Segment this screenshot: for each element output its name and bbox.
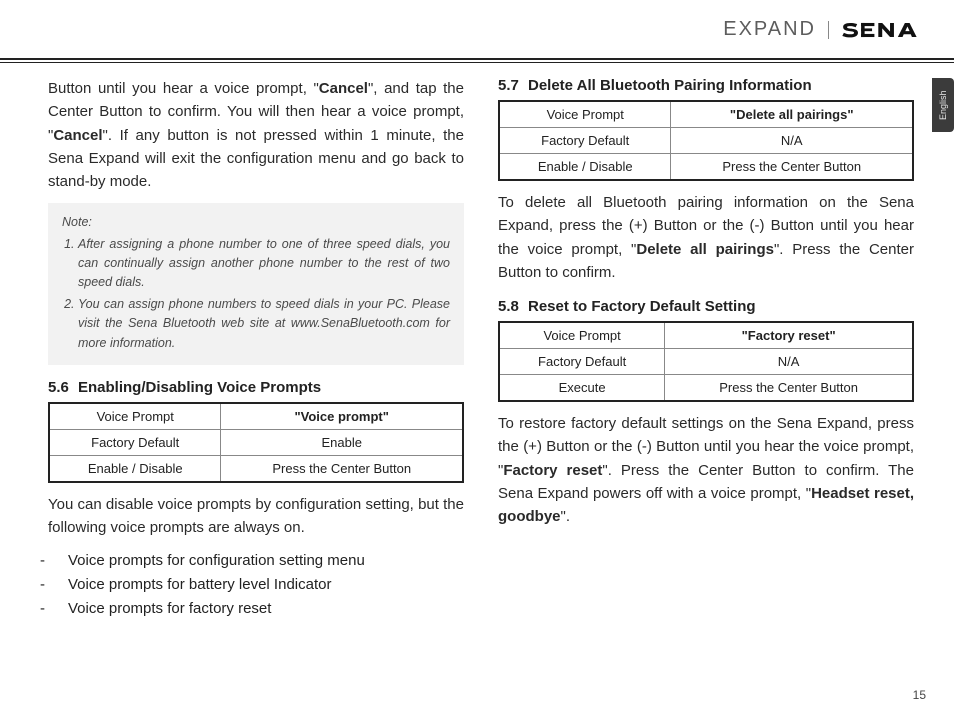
table-row: Factory DefaultEnable bbox=[49, 429, 463, 455]
section-heading: Delete All Bluetooth Pairing Information bbox=[528, 77, 812, 94]
bold: "Factory reset" bbox=[742, 328, 836, 343]
cell: N/A bbox=[665, 349, 913, 375]
divider bbox=[828, 21, 829, 39]
section-number: 5.6 bbox=[48, 379, 78, 396]
section-5-6-title: 5.6Enabling/Disabling Voice Prompts bbox=[48, 379, 464, 396]
bold: Cancel bbox=[53, 127, 102, 144]
page-header: EXPAND bbox=[28, 18, 926, 52]
cell: N/A bbox=[671, 128, 913, 154]
sena-logo-icon bbox=[840, 20, 926, 40]
note-list: After assigning a phone number to one of… bbox=[62, 235, 450, 353]
list-item: Voice prompts for battery level Indicato… bbox=[48, 573, 464, 597]
cell: Voice Prompt bbox=[499, 322, 665, 349]
text: ". If any button is not pressed within 1… bbox=[48, 127, 464, 191]
left-column: Button until you hear a voice prompt, "C… bbox=[48, 77, 464, 621]
cell: Press the Center Button bbox=[671, 154, 913, 181]
table-5-8: Voice Prompt "Factory reset" Factory Defa… bbox=[498, 321, 914, 402]
table-5-6: Voice Prompt "Voice prompt" Factory Defau… bbox=[48, 402, 464, 483]
cell: Enable / Disable bbox=[49, 455, 221, 482]
note-item: You can assign phone numbers to speed di… bbox=[78, 295, 450, 353]
language-tab: English bbox=[932, 78, 954, 132]
section-5-7-title: 5.7Delete All Bluetooth Pairing Informat… bbox=[498, 77, 914, 94]
bold: "Delete all pairings" bbox=[730, 107, 854, 122]
note-box: Note: After assigning a phone number to … bbox=[48, 203, 464, 365]
header-rule-thin bbox=[0, 62, 954, 63]
intro-paragraph: Button until you hear a voice prompt, "C… bbox=[48, 77, 464, 193]
note-item: After assigning a phone number to one of… bbox=[78, 235, 450, 293]
bold: Delete all pairings bbox=[636, 241, 774, 258]
section-heading: Enabling/Disabling Voice Prompts bbox=[78, 379, 321, 396]
cell: "Delete all pairings" bbox=[671, 101, 913, 128]
content-columns: Button until you hear a voice prompt, "C… bbox=[28, 77, 926, 621]
cell: Voice Prompt bbox=[499, 101, 671, 128]
list-item: Voice prompts for factory reset bbox=[48, 597, 464, 621]
page-number: 15 bbox=[913, 688, 926, 702]
text: Button until you hear a voice prompt, " bbox=[48, 80, 319, 97]
table-row: ExecutePress the Center Button bbox=[499, 375, 913, 402]
cell: Enable bbox=[221, 429, 463, 455]
sec-5-6-paragraph: You can disable voice prompts by configu… bbox=[48, 493, 464, 540]
cell: Press the Center Button bbox=[221, 455, 463, 482]
table-row: Factory DefaultN/A bbox=[499, 128, 913, 154]
cell: Factory Default bbox=[499, 128, 671, 154]
list-item: Voice prompts for configuration setting … bbox=[48, 549, 464, 573]
cell: Voice Prompt bbox=[49, 403, 221, 430]
section-5-8-title: 5.8Reset to Factory Default Setting bbox=[498, 298, 914, 315]
product-name: EXPAND bbox=[723, 18, 816, 41]
cell: Press the Center Button bbox=[665, 375, 913, 402]
table-row: Enable / DisablePress the Center Button bbox=[499, 154, 913, 181]
cell: "Factory reset" bbox=[665, 322, 913, 349]
header-right: EXPAND bbox=[723, 18, 926, 41]
cell: Factory Default bbox=[49, 429, 221, 455]
note-label: Note: bbox=[62, 213, 450, 232]
cell: Execute bbox=[499, 375, 665, 402]
table-row: Enable / DisablePress the Center Button bbox=[49, 455, 463, 482]
manual-page: EXPAND English Button until you hear a v… bbox=[0, 0, 954, 716]
sec-5-6-list: Voice prompts for configuration setting … bbox=[48, 549, 464, 621]
table-row: Voice Prompt "Delete all pairings" bbox=[499, 101, 913, 128]
cell: "Voice prompt" bbox=[221, 403, 463, 430]
cell: Enable / Disable bbox=[499, 154, 671, 181]
bold: Cancel bbox=[319, 80, 368, 97]
bold: Factory reset bbox=[503, 462, 602, 479]
sec-5-8-paragraph: To restore factory default settings on t… bbox=[498, 412, 914, 528]
table-row: Voice Prompt "Factory reset" bbox=[499, 322, 913, 349]
table-row: Factory DefaultN/A bbox=[499, 349, 913, 375]
header-rule-thick bbox=[0, 58, 954, 60]
sec-5-7-paragraph: To delete all Bluetooth pairing informat… bbox=[498, 191, 914, 284]
section-heading: Reset to Factory Default Setting bbox=[528, 298, 756, 315]
section-number: 5.7 bbox=[498, 77, 528, 94]
table-row: Voice Prompt "Voice prompt" bbox=[49, 403, 463, 430]
right-column: 5.7Delete All Bluetooth Pairing Informat… bbox=[498, 77, 914, 621]
text: ". bbox=[561, 508, 571, 525]
bold: "Voice prompt" bbox=[295, 409, 389, 424]
cell: Factory Default bbox=[499, 349, 665, 375]
section-number: 5.8 bbox=[498, 298, 528, 315]
table-5-7: Voice Prompt "Delete all pairings" Factor… bbox=[498, 100, 914, 181]
